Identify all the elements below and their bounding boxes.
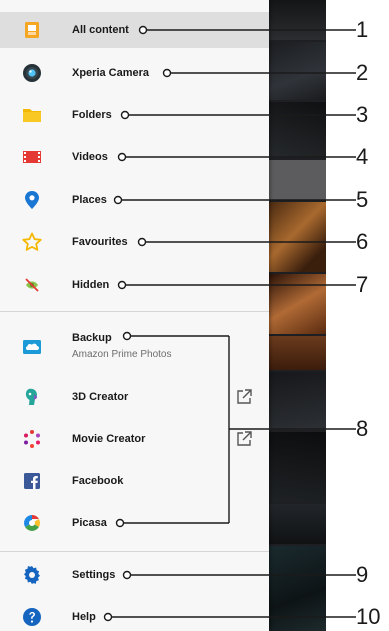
callout-number: 6	[356, 229, 369, 254]
menu-divider	[0, 551, 269, 552]
photo-tile[interactable]	[269, 546, 326, 631]
hidden-icon	[25, 278, 39, 292]
menu-item-hidden[interactable]: Hidden	[0, 267, 269, 303]
menu-item-xperia-camera[interactable]: Xperia Camera	[0, 55, 269, 91]
callout-number: 1	[356, 17, 369, 42]
menu-item-label: Help	[72, 611, 96, 623]
photo-tile[interactable]	[269, 202, 326, 272]
callout-number: 10	[356, 604, 381, 629]
photo-tile[interactable]	[269, 336, 326, 370]
3d-creator-icon	[25, 388, 37, 405]
photo-tile[interactable]	[269, 274, 326, 334]
menu-item-label: Settings	[72, 569, 116, 581]
menu-item-settings[interactable]: Settings	[0, 557, 269, 593]
gear-icon	[24, 566, 40, 584]
menu-item-label: Favourites	[72, 236, 128, 248]
menu-item-label: Hidden	[72, 279, 110, 291]
callout-number: 3	[356, 102, 369, 127]
menu-item-facebook[interactable]: Facebook	[0, 463, 269, 499]
photo-grid	[269, 0, 326, 631]
callout-number: 7	[356, 272, 369, 297]
callout-number: 8	[356, 416, 369, 441]
menu-item-backup[interactable]: Backup Amazon Prime Photos	[0, 327, 269, 373]
callout-number: 5	[356, 187, 369, 212]
menu-item-label: Places	[72, 194, 107, 206]
menu-item-picasa[interactable]: Picasa	[0, 505, 269, 541]
screen: All content Xperia Camera Folders Videos…	[0, 0, 389, 631]
menu-divider	[0, 311, 269, 312]
film-icon	[23, 151, 41, 163]
callout-number: 9	[356, 562, 369, 587]
menu-item-videos[interactable]: Videos	[0, 139, 269, 175]
location-pin-icon	[25, 191, 39, 209]
photo-tile[interactable]	[269, 504, 326, 544]
star-icon	[22, 232, 42, 251]
menu-item-label: Backup	[72, 332, 112, 344]
menu-item-sublabel: Amazon Prime Photos	[72, 349, 172, 360]
photo-tile[interactable]	[269, 0, 326, 40]
folder-icon	[23, 109, 41, 122]
photo-tile[interactable]	[269, 372, 326, 430]
external-link-icon[interactable]	[235, 388, 253, 406]
callout-number: 2	[356, 60, 369, 85]
facebook-icon	[24, 473, 40, 489]
menu-item-label: 3D Creator	[72, 391, 129, 403]
photo-tile[interactable]	[269, 432, 326, 502]
menu-item-3d-creator[interactable]: 3D Creator	[0, 379, 269, 415]
menu-item-all-content[interactable]: All content	[0, 12, 269, 48]
menu-item-label: Picasa	[72, 517, 107, 529]
help-icon	[23, 608, 41, 626]
all-content-icon	[25, 22, 39, 38]
menu-item-favourites[interactable]: Favourites	[0, 224, 269, 260]
menu-item-places[interactable]: Places	[0, 182, 269, 218]
movie-creator-icon	[24, 430, 40, 448]
menu-item-label: All content	[72, 24, 129, 36]
menu-item-folders[interactable]: Folders	[0, 97, 269, 133]
external-link-icon[interactable]	[235, 430, 253, 448]
menu-item-label: Videos	[72, 151, 108, 163]
photo-tile[interactable]	[269, 42, 326, 100]
menu-item-movie-creator[interactable]: Movie Creator	[0, 421, 269, 457]
navigation-drawer: All content Xperia Camera Folders Videos…	[0, 0, 269, 631]
cloud-backup-icon	[23, 340, 41, 354]
photo-tile[interactable]	[269, 160, 326, 200]
menu-item-label: Folders	[72, 109, 112, 121]
picasa-icon	[24, 515, 40, 531]
photo-tile[interactable]	[269, 102, 326, 158]
menu-item-label: Facebook	[72, 475, 124, 487]
menu-item-label: Xperia Camera	[72, 67, 150, 79]
menu-item-label: Movie Creator	[72, 433, 146, 445]
camera-icon	[23, 64, 41, 82]
callout-number: 4	[356, 144, 369, 169]
menu-item-help[interactable]: Help	[0, 599, 269, 631]
